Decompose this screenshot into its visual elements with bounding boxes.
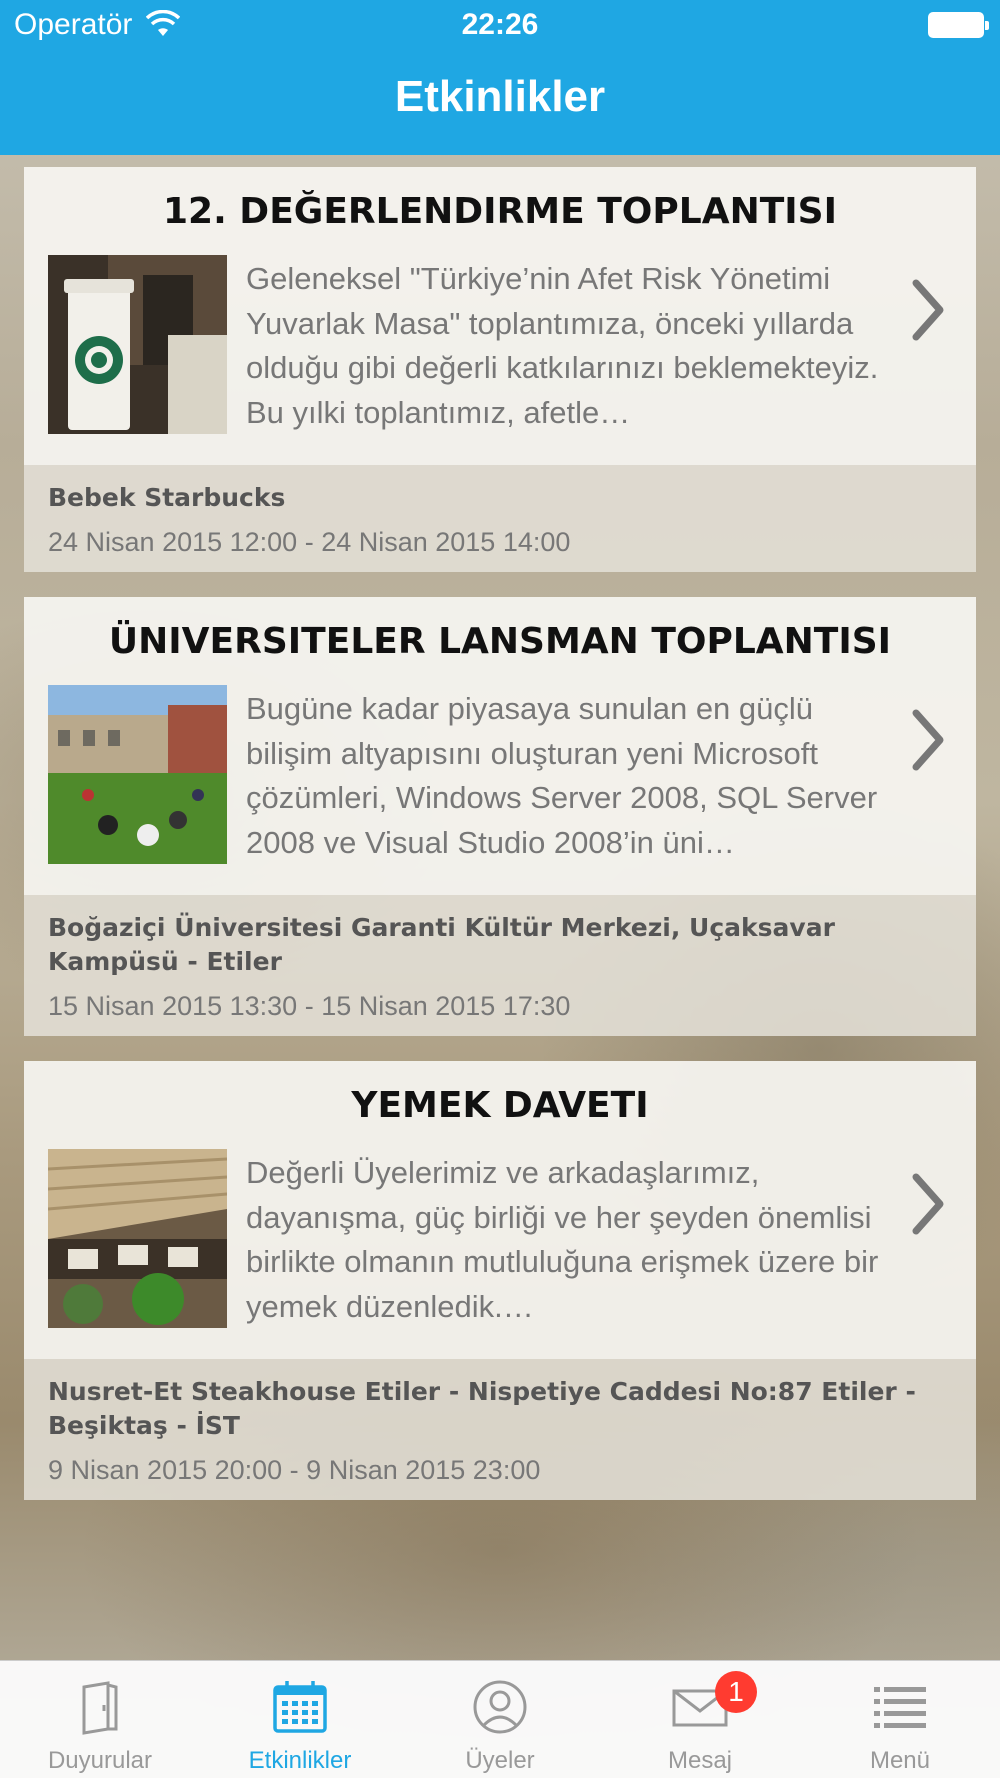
book-icon <box>82 1681 118 1735</box>
list-icon <box>874 1687 926 1728</box>
event-list: 12. DEĞERLENDIRME TOPLANTISI Geleneksel … <box>24 167 976 1525</box>
event-thumbnail-restaurant <box>48 1149 227 1328</box>
event-venue: Nusret-Et Steakhouse Etiler - Nispetiye … <box>48 1377 916 1440</box>
status-bar: Operatör 22:26 <box>0 0 1000 52</box>
event-card[interactable]: 12. DEĞERLENDIRME TOPLANTISI Geleneksel … <box>24 167 976 572</box>
event-title: YEMEK DAVETI <box>351 1085 649 1126</box>
event-thumbnail-campus <box>48 685 227 864</box>
event-dates: 9 Nisan 2015 20:00 - 9 Nisan 2015 23:00 <box>48 1455 541 1485</box>
clock: 22:26 <box>461 8 539 41</box>
chevron-right-icon[interactable] <box>902 1169 952 1239</box>
event-thumbnail-starbucks <box>48 255 227 434</box>
event-venue: Bebek Starbucks <box>48 483 286 512</box>
page-title: Etkinlikler <box>394 72 606 121</box>
tab-label: Duyurular <box>47 1747 153 1774</box>
event-meta: Bebek Starbucks 24 Nisan 2015 12:00 - 24… <box>24 465 976 572</box>
event-venue: Boğaziçi Üniversitesi Garanti Kültür Mer… <box>48 913 835 976</box>
tab-duyurular[interactable]: Duyurular <box>0 1661 200 1778</box>
event-title: ÜNIVERSITELER LANSMAN TOPLANTISI <box>108 621 892 662</box>
chevron-right-icon[interactable] <box>902 275 952 345</box>
event-card-header[interactable]: YEMEK DAVETI Değerli Üyelerimiz ve arkad… <box>24 1061 976 1359</box>
calendar-icon <box>273 1681 327 1733</box>
event-card-header[interactable]: ÜNIVERSITELER LANSMAN TOPLANTISI Bugüne … <box>24 597 976 895</box>
event-card[interactable]: YEMEK DAVETI Değerli Üyelerimiz ve arkad… <box>24 1061 976 1500</box>
tab-mesaj[interactable]: 1 Mesaj <box>600 1661 800 1778</box>
nav-header: Operatör 22:26 Etkinlikler <box>0 0 1000 155</box>
tab-bar: Duyurular Etkinlikler Üyeler 1 Mesaj Men… <box>0 1660 1000 1778</box>
event-meta: Boğaziçi Üniversitesi Garanti Kültür Mer… <box>24 895 976 1036</box>
event-dates: 15 Nisan 2015 13:30 - 15 Nisan 2015 17:3… <box>48 991 571 1021</box>
unread-badge: 1 <box>715 1671 757 1713</box>
tab-etkinlikler[interactable]: Etkinlikler <box>200 1661 400 1778</box>
event-dates: 24 Nisan 2015 12:00 - 24 Nisan 2015 14:0… <box>48 527 571 557</box>
event-description: Bugüne kadar piyasaya sunulan en güçlü b… <box>246 691 878 860</box>
tab-uyeler[interactable]: Üyeler <box>400 1661 600 1778</box>
tab-menu[interactable]: Menü <box>800 1661 1000 1778</box>
user-icon <box>473 1680 527 1734</box>
event-card-header[interactable]: 12. DEĞERLENDIRME TOPLANTISI Geleneksel … <box>24 167 976 465</box>
battery-icon <box>928 12 989 38</box>
tab-label: Mesaj <box>667 1747 733 1774</box>
event-card[interactable]: ÜNIVERSITELER LANSMAN TOPLANTISI Bugüne … <box>24 597 976 1036</box>
tab-label: Üyeler <box>465 1747 535 1774</box>
tab-label: Etkinlikler <box>248 1747 352 1774</box>
event-meta: Nusret-Et Steakhouse Etiler - Nispetiye … <box>24 1359 976 1500</box>
event-description: Geleneksel "Türkiye’nin Afet Risk Yöneti… <box>246 261 879 430</box>
tab-label: Menü <box>869 1747 931 1774</box>
event-description: Değerli Üyelerimiz ve arkadaşlarımız, da… <box>246 1155 879 1324</box>
chevron-right-icon[interactable] <box>902 705 952 775</box>
event-title: 12. DEĞERLENDIRME TOPLANTISI <box>163 191 837 232</box>
